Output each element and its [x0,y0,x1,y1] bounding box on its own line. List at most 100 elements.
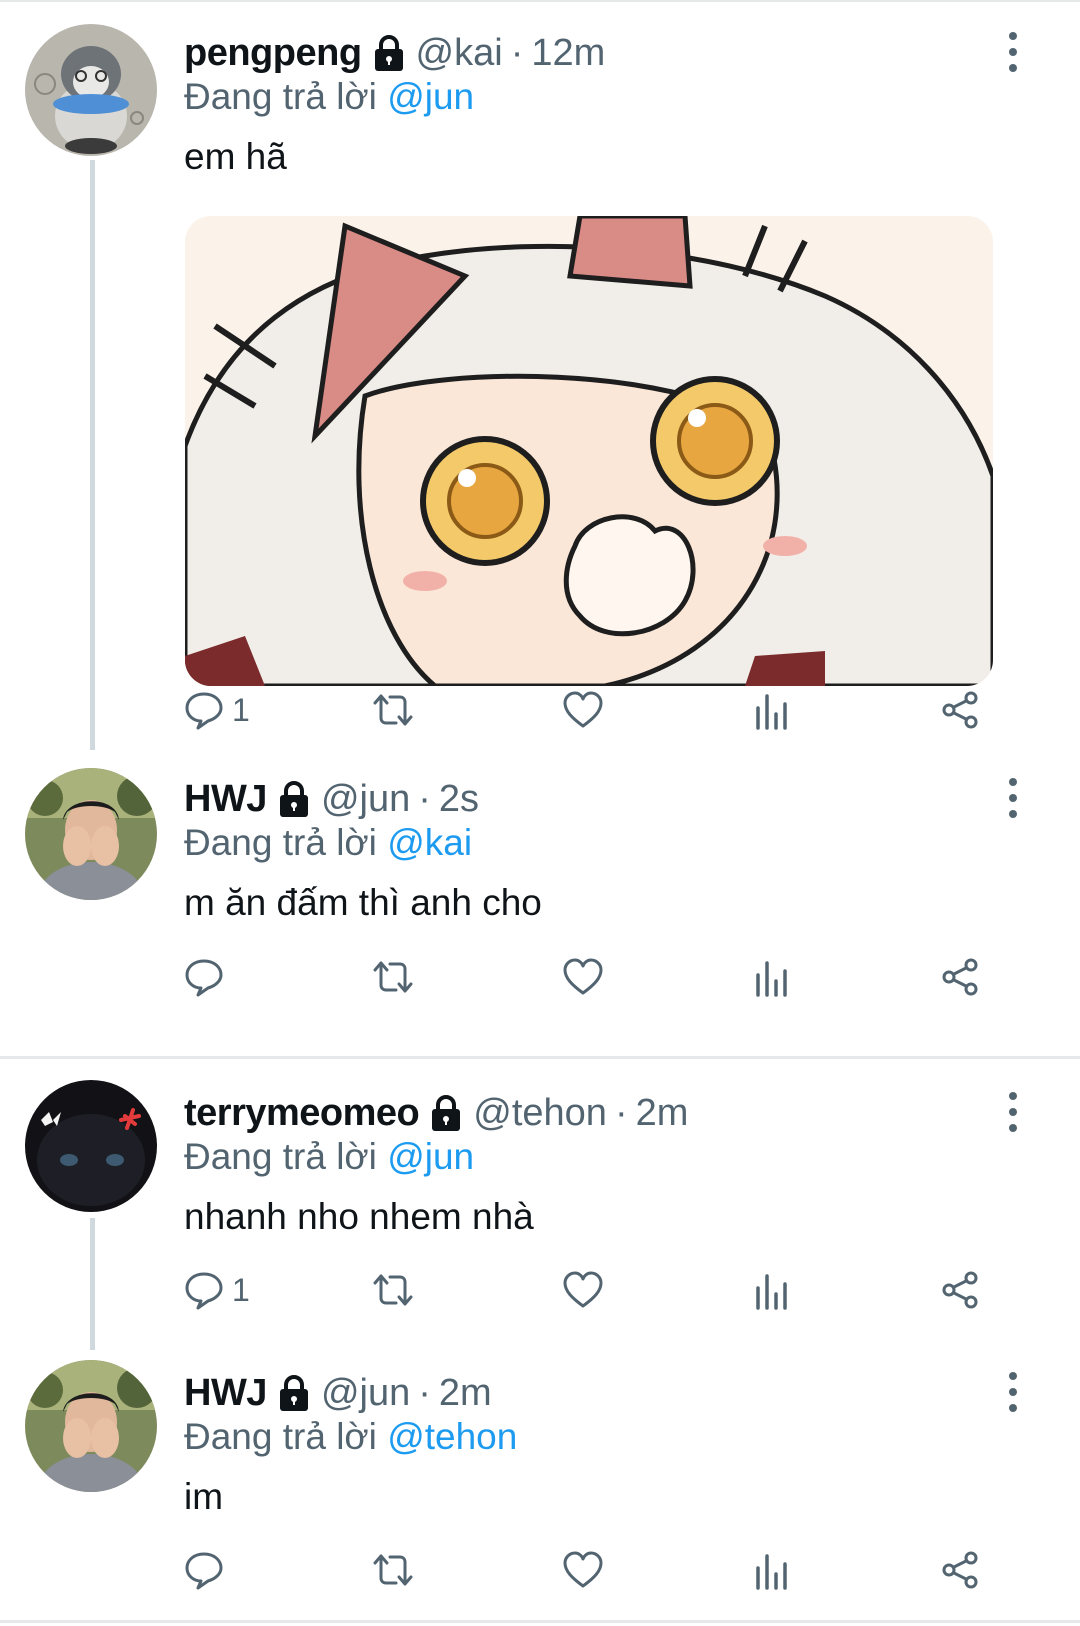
separator-dot: · [614,1091,628,1134]
share-button[interactable] [940,1548,980,1592]
share-icon [942,1551,978,1589]
analytics-button[interactable] [754,955,790,999]
reply-button[interactable] [184,955,232,999]
tweet-header: pengpeng @kai · 12m [184,28,605,78]
more-vertical-icon[interactable] [1006,1372,1020,1412]
avatar-pengpeng[interactable] [25,24,157,156]
more-vertical-icon[interactable] [1006,1092,1020,1132]
tweet-text: im [184,1476,224,1517]
tweet-hwj-2[interactable]: HWJ @jun · 2m Đang trả lời @tehon im [0,1340,1080,1626]
lock-icon [277,1373,311,1413]
heart-icon [563,958,603,995]
reply-button[interactable] [184,1548,232,1592]
tweet-actions [184,955,1014,999]
retweet-icon [373,694,413,726]
tweet-actions: 1 [184,688,1014,732]
reply-thread: pengpeng @kai · 12m Đang trả lời @jun em… [0,0,1080,1626]
share-icon [942,958,978,996]
share-icon [942,691,978,729]
user-handle[interactable]: @jun [321,778,410,821]
analytics-icon [756,1274,787,1310]
avatar-terrymeomeo[interactable] [25,1080,157,1212]
retweet-icon [373,1274,413,1306]
share-button[interactable] [940,1268,980,1312]
heart-icon [563,1271,603,1308]
user-handle[interactable]: @tehon [473,1092,607,1135]
retweet-button[interactable] [372,688,414,732]
replying-to: Đang trả lời @kai [184,822,472,864]
display-name[interactable]: HWJ [184,1372,267,1415]
reply-button[interactable]: 1 [184,688,250,732]
user-handle[interactable]: @jun [321,1372,410,1415]
mention-link[interactable]: @tehon [387,1416,517,1457]
timestamp[interactable]: 2s [439,778,479,821]
like-button[interactable] [562,1548,604,1592]
retweet-button[interactable] [372,1548,414,1592]
lock-icon [429,1093,463,1133]
timestamp[interactable]: 2m [439,1372,492,1415]
reply-button[interactable]: 1 [184,1268,250,1312]
timestamp[interactable]: 12m [531,32,605,75]
mention-link[interactable]: @jun [387,1136,474,1177]
heart-icon [563,691,603,728]
display-name[interactable]: terrymeomeo [184,1092,420,1135]
tweet-hwj-1[interactable]: HWJ @jun · 2s Đang trả lời @kai m ăn đấm… [0,746,1080,1020]
separator-dot: · [418,777,431,820]
like-button[interactable] [562,955,604,999]
tweet-pengpeng[interactable]: pengpeng @kai · 12m Đang trả lời @jun em… [0,0,1080,750]
display-name[interactable]: HWJ [184,778,267,821]
analytics-icon [756,1554,787,1590]
retweet-button[interactable] [372,955,414,999]
tweet-text: m ăn đấm thì anh cho [184,882,542,923]
bottom-divider [0,1620,1080,1623]
separator-dot: · [418,1371,431,1414]
heart-icon [563,1551,603,1588]
replying-to: Đang trả lời @tehon [184,1416,517,1458]
reply-icon [185,692,223,730]
more-vertical-icon[interactable] [1006,778,1020,818]
avatar-hwj[interactable] [25,768,157,900]
reply-icon [185,959,223,997]
display-name[interactable]: pengpeng [184,32,362,75]
replying-prefix: Đang trả lời [184,822,377,863]
analytics-button[interactable] [754,688,790,732]
retweet-icon [373,961,413,993]
share-icon [942,1271,978,1309]
lock-icon [372,33,406,73]
retweet-icon [373,1554,413,1586]
analytics-button[interactable] [754,1268,790,1312]
conversation-divider [0,1056,1080,1059]
analytics-icon [756,694,787,730]
timestamp[interactable]: 2m [636,1092,689,1135]
replying-prefix: Đang trả lời [184,76,377,117]
like-button[interactable] [562,688,604,732]
mention-link[interactable]: @jun [387,76,474,117]
replying-to: Đang trả lời @jun [184,1136,474,1178]
replying-prefix: Đang trả lời [184,1136,377,1177]
reply-icon [185,1552,223,1590]
analytics-button[interactable] [754,1548,790,1592]
avatar-hwj[interactable] [25,1360,157,1492]
like-button[interactable] [562,1268,604,1312]
tweet-actions: 1 [184,1268,1014,1312]
reply-count: 1 [232,691,250,728]
thread-line [90,1218,95,1350]
replying-to: Đang trả lời @jun [184,76,474,118]
user-handle[interactable]: @kai [416,32,503,75]
tweet-header: terrymeomeo @tehon · 2m [184,1088,688,1138]
tweet-header: HWJ @jun · 2m [184,1368,492,1418]
media-image-anime-cat-girl[interactable] [185,216,993,686]
mention-link[interactable]: @kai [387,822,472,863]
lock-icon [277,779,311,819]
share-button[interactable] [940,955,980,999]
tweet-terrymeomeo[interactable]: terrymeomeo @tehon · 2m Đang trả lời @ju… [0,1060,1080,1350]
analytics-icon [756,961,787,997]
share-button[interactable] [940,688,980,732]
retweet-button[interactable] [372,1268,414,1312]
tweet-text: em hã [184,136,287,177]
thread-line [90,160,95,750]
tweet-text: nhanh nho nhem nhà [184,1196,534,1237]
separator-dot: · [510,31,524,74]
more-vertical-icon[interactable] [1006,32,1020,72]
reply-icon [185,1272,223,1310]
